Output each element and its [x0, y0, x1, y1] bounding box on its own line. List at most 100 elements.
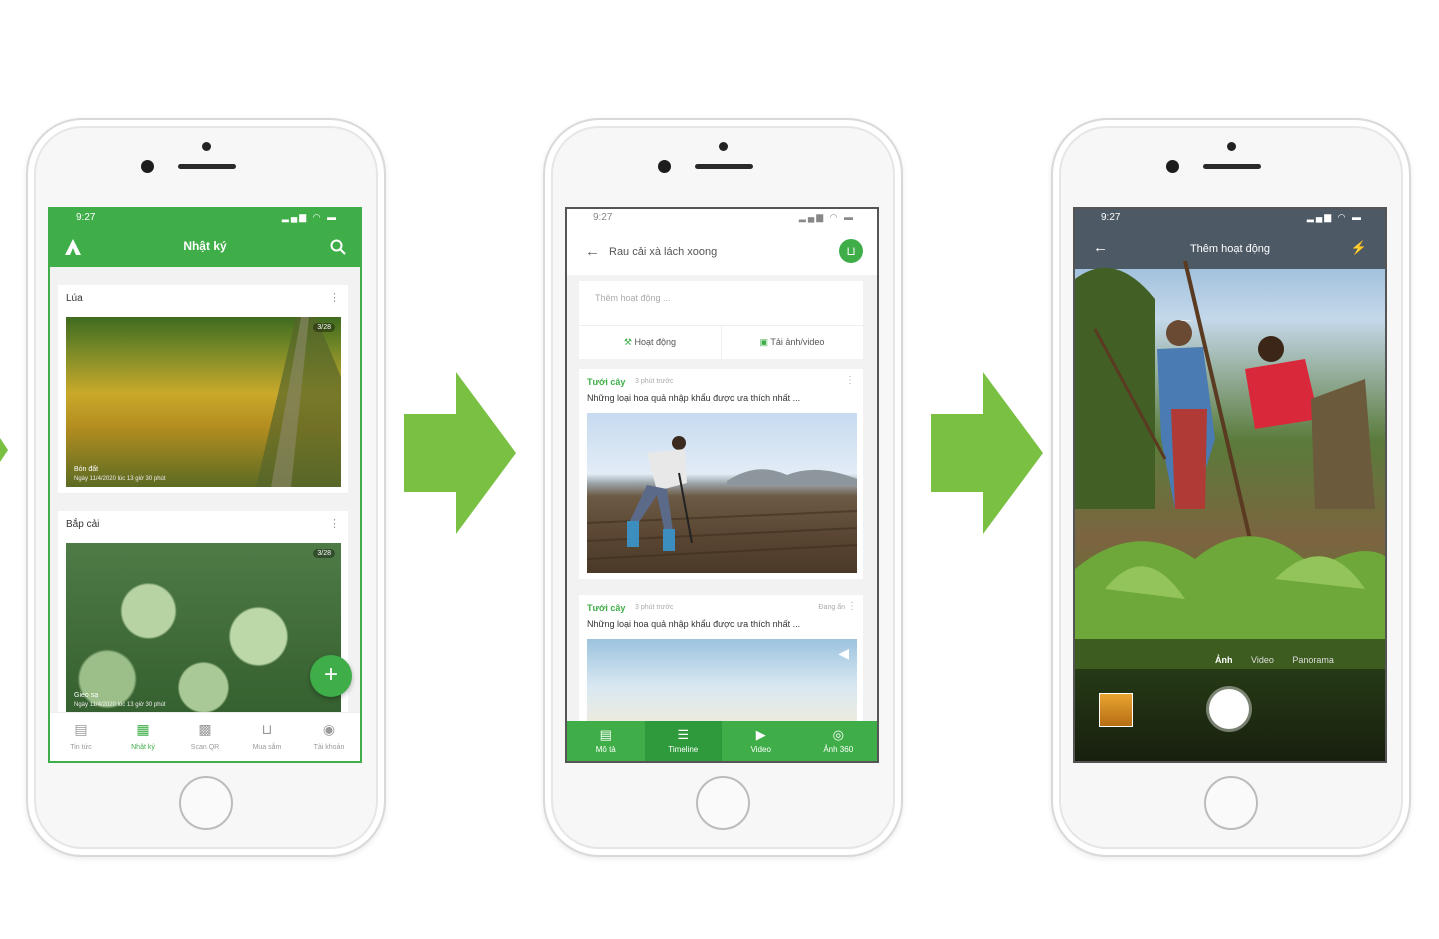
camera-viewfinder-image	[1075, 209, 1385, 761]
activity-label: Hoạt động	[634, 337, 677, 347]
photo-360-icon: ◎	[832, 727, 844, 742]
diary-card[interactable]: Lúa ⋮ 3/28 Bón đất Ngày 11/4/2020 lúc 13…	[58, 285, 348, 494]
cabbage-field-image[interactable]: 3/28 Gieo sạ Ngày 11/4/2020 lúc 13 giờ 3…	[66, 543, 341, 713]
card-title: Bắp cải	[66, 519, 100, 530]
news-icon: ▤	[74, 721, 88, 737]
nav-diary[interactable]: ▦ Nhật ký	[112, 713, 174, 761]
flash-icon[interactable]: ⚡	[1351, 240, 1367, 256]
photo-count-badge: 3/28	[313, 549, 335, 558]
speaker	[1203, 164, 1261, 169]
nav-scan-qr[interactable]: ▩ Scan QR	[174, 713, 236, 761]
signal-wifi-battery-icon: ▂▄▆ ◠ ▬	[798, 212, 855, 222]
post-tag: Tưới cây	[587, 377, 626, 387]
detail-tabs: ▤ Mô tả ☰ Timeline ▶ Video ◎ Ảnh 360	[567, 721, 877, 761]
nav-label: Tài khoản	[313, 744, 345, 751]
front-camera	[658, 160, 671, 173]
phone-diary: 9:27 ▂▄▆ ◠ ▬ Nhật ký Lúa ⋮ 3/28 Bón đất …	[26, 118, 386, 857]
activity-time: Ngày 11/4/2020 lúc 13 giờ 30 phút	[74, 476, 166, 482]
activity-button[interactable]: ⚒ Hoạt động	[579, 325, 722, 359]
cart-button[interactable]: ⊔	[839, 239, 863, 263]
diary-card[interactable]: Bắp cải ⋮ 3/28 Gieo sạ Ngày 11/4/2020 lú…	[58, 511, 348, 722]
bottom-nav: ▤ Tin tức ▦ Nhật ký ▩ Scan QR ⊔ Mua sắm ◉ Tài…	[50, 712, 360, 761]
app-bar: Nhật ký	[50, 227, 360, 267]
page-title: Nhật ký	[183, 239, 227, 253]
video-icon: ▶	[755, 727, 766, 742]
card-title: Lúa	[66, 293, 83, 304]
home-button[interactable]	[696, 776, 750, 830]
search-icon[interactable]	[330, 239, 346, 255]
nav-label: Nhật ký	[131, 744, 155, 751]
flow-arrow	[931, 372, 1043, 534]
status-time: 9:27	[76, 212, 96, 223]
tab-photo-360[interactable]: ◎ Ảnh 360	[800, 721, 878, 761]
front-camera	[1166, 160, 1179, 173]
status-bar: 9:27 ▂▄▆ ◠ ▬	[50, 209, 360, 227]
timeline-icon: ☰	[677, 727, 690, 742]
header-bar: ← Rau cải xà lách xoong ⊔	[567, 231, 877, 275]
phone-camera: 9:27 ▂▄▆ ◠ ▬ ← Thêm hoạt động ⚡ Ảnh Vide…	[1051, 118, 1411, 857]
page-title: Thêm hoạt động	[1189, 243, 1271, 255]
nav-shop[interactable]: ⊔ Mua sắm	[236, 713, 298, 761]
farmer-field-image[interactable]	[587, 413, 857, 573]
calendar-icon: ▦	[136, 721, 150, 737]
description-icon: ▤	[599, 727, 612, 742]
speaker	[178, 164, 236, 169]
status-bar: 9:27 ▂▄▆ ◠ ▬	[567, 209, 877, 227]
timeline-post[interactable]: Tưới cây 3 phút trước Đang ẩn ⋮ Những lo…	[579, 595, 863, 735]
status-time: 9:27	[1101, 212, 1121, 223]
post-tag: Tưới cây	[587, 603, 626, 613]
more-icon[interactable]: ⋮	[847, 601, 857, 612]
mode-video[interactable]: Video	[1251, 655, 1274, 665]
signal-wifi-battery-icon: ▂▄▆ ◠ ▬	[1306, 212, 1363, 222]
tab-timeline[interactable]: ☰ Timeline	[644, 721, 722, 761]
nav-label: Tin tức	[70, 744, 92, 751]
nav-account[interactable]: ◉ Tài khoản	[298, 713, 360, 761]
phone-crop-timeline: 9:27 ▂▄▆ ◠ ▬ ← Rau cải xà lách xoong ⊔ T…	[543, 118, 903, 857]
post-time: 3 phút trước	[635, 604, 674, 611]
home-button[interactable]	[1204, 776, 1258, 830]
nav-news[interactable]: ▤ Tin tức	[50, 713, 112, 761]
post-text: Những loại hoa quả nhập khẩu được ưa thí…	[587, 393, 801, 403]
camera-modes: Ảnh Video Panorama	[1215, 655, 1385, 665]
upload-label: Tải ảnh/video	[770, 337, 825, 347]
flow-arrow	[404, 372, 516, 534]
nav-label: Mua sắm	[252, 744, 282, 751]
tab-video[interactable]: ▶ Video	[722, 721, 800, 761]
post-time: 3 phút trước	[635, 378, 674, 385]
cart-icon: ⊔	[261, 721, 273, 737]
add-activity-button[interactable]: +	[310, 655, 352, 697]
mode-panorama[interactable]: Panorama	[1292, 655, 1334, 665]
status-bar: 9:27 ▂▄▆ ◠ ▬	[1075, 209, 1385, 227]
home-button[interactable]	[179, 776, 233, 830]
tab-label: Timeline	[668, 745, 699, 754]
post-text: Những loại hoa quả nhập khẩu được ưa thí…	[587, 619, 801, 629]
tab-label: Video	[750, 745, 771, 754]
tab-label: Mô tả	[595, 745, 616, 754]
activity-caption: Gieo sạ	[74, 692, 99, 699]
shutter-button[interactable]	[1209, 689, 1249, 729]
timeline-post[interactable]: Tưới cây 3 phút trước ⋮ Những loại hoa q…	[579, 369, 863, 579]
tab-description[interactable]: ▤ Mô tả	[567, 721, 645, 761]
signal-wifi-battery-icon: ▂▄▆ ◠ ▬	[281, 212, 338, 222]
gallery-thumbnail[interactable]	[1099, 693, 1133, 727]
mode-photo[interactable]: Ảnh	[1215, 655, 1233, 665]
more-icon[interactable]: ⋮	[329, 517, 340, 530]
more-icon[interactable]: ⋮	[329, 291, 340, 304]
page-title: Rau cải xà lách xoong	[609, 246, 718, 258]
upload-media-button[interactable]: ▣ Tải ảnh/video	[721, 325, 863, 359]
screen-camera: 9:27 ▂▄▆ ◠ ▬ ← Thêm hoạt động ⚡ Ảnh Vide…	[1073, 207, 1387, 763]
mute-icon[interactable]: ◀	[838, 645, 849, 662]
status-time: 9:27	[593, 212, 613, 223]
rice-field-image[interactable]: 3/28 Bón đất Ngày 11/4/2020 lúc 13 giờ 3…	[66, 317, 341, 487]
screen-diary: 9:27 ▂▄▆ ◠ ▬ Nhật ký Lúa ⋮ 3/28 Bón đất …	[48, 207, 362, 763]
add-activity-input[interactable]: Thêm hoạt động ...	[595, 293, 671, 303]
back-arrow-icon[interactable]: ←	[585, 243, 600, 260]
sensor	[1227, 142, 1236, 151]
front-camera	[141, 160, 154, 173]
more-icon[interactable]: ⋮	[845, 375, 855, 386]
image-icon: ▣	[759, 337, 769, 347]
sensor	[202, 142, 211, 151]
activity-time: Ngày 11/4/2020 lúc 13 giờ 30 phút	[74, 702, 166, 708]
camera-header: ← Thêm hoạt động ⚡	[1075, 231, 1385, 267]
qr-icon: ▩	[198, 721, 212, 737]
